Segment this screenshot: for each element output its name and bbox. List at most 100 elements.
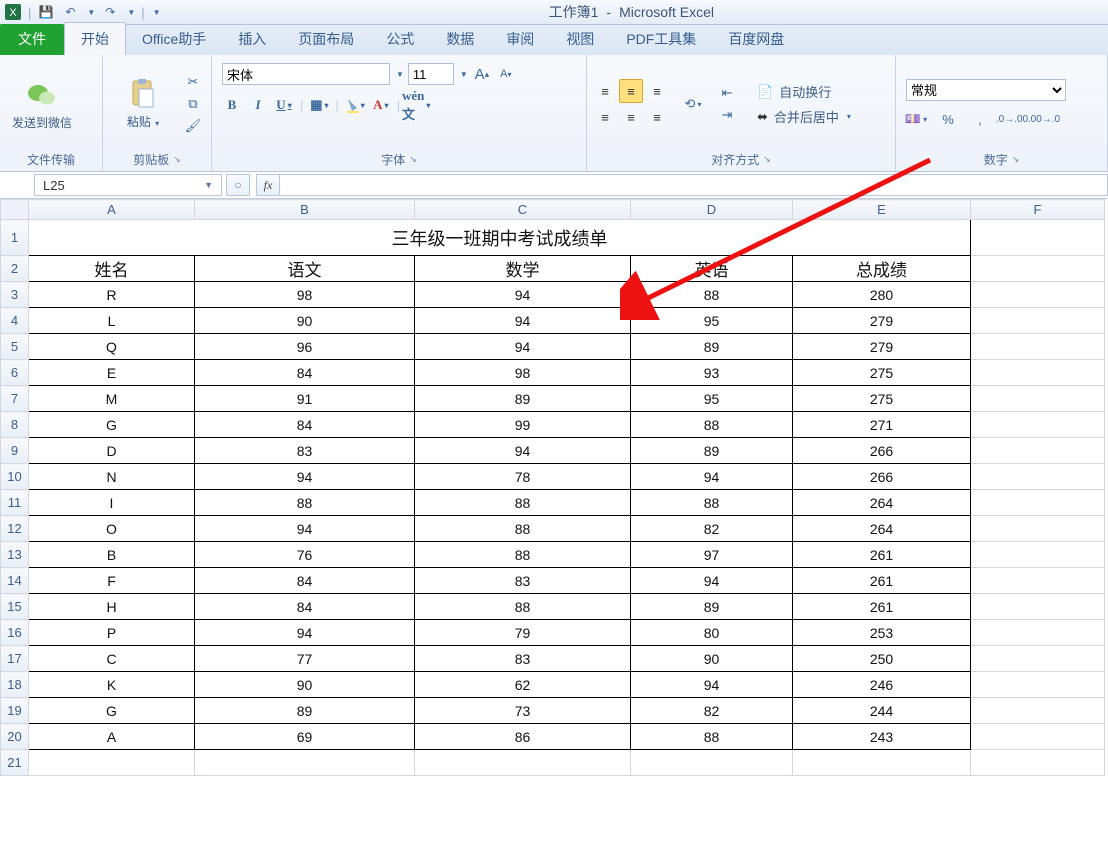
data-cell[interactable]: 94 [195,464,415,490]
cell[interactable] [415,750,631,776]
cell[interactable] [971,672,1105,698]
tab-插入[interactable]: 插入 [222,23,282,55]
data-cell[interactable]: 62 [415,672,631,698]
row-header[interactable]: 9 [1,438,29,464]
data-cell[interactable]: 90 [195,308,415,334]
cell[interactable] [971,750,1105,776]
data-cell[interactable]: 261 [793,594,971,620]
comma-style-button[interactable]: , [970,109,990,129]
data-cell[interactable]: 279 [793,308,971,334]
align-bottom-button[interactable]: ≡ [645,79,669,103]
cell[interactable] [29,750,195,776]
row-header[interactable]: 3 [1,282,29,308]
data-cell[interactable]: 86 [415,724,631,750]
data-cell[interactable]: 88 [415,594,631,620]
cell[interactable] [971,360,1105,386]
data-cell[interactable]: 94 [415,282,631,308]
data-cell[interactable]: 261 [793,568,971,594]
column-header[interactable]: D [631,200,793,220]
undo-icon[interactable]: ↶ [61,3,79,21]
data-cell[interactable]: 69 [195,724,415,750]
data-cell[interactable]: 94 [195,620,415,646]
data-cell[interactable]: 253 [793,620,971,646]
data-cell[interactable]: 261 [793,542,971,568]
row-header[interactable]: 2 [1,256,29,282]
data-cell[interactable]: 94 [195,516,415,542]
data-cell[interactable]: 73 [415,698,631,724]
cell[interactable] [631,750,793,776]
wrap-text-button[interactable]: 📄自动换行 [757,82,851,101]
cell[interactable] [971,438,1105,464]
data-cell[interactable]: B [29,542,195,568]
tab-公式[interactable]: 公式 [370,23,430,55]
column-header[interactable]: C [415,200,631,220]
row-header[interactable]: 17 [1,646,29,672]
data-cell[interactable]: P [29,620,195,646]
data-cell[interactable]: 88 [415,542,631,568]
cell[interactable] [971,516,1105,542]
row-header[interactable]: 12 [1,516,29,542]
undo-menu-icon[interactable]: ▼ [87,8,95,17]
tab-开始[interactable]: 开始 [64,22,126,55]
data-cell[interactable]: 84 [195,412,415,438]
data-cell[interactable]: 91 [195,386,415,412]
data-cell[interactable]: 94 [631,568,793,594]
chevron-down-icon[interactable]: ▼ [460,70,468,79]
row-header[interactable]: 13 [1,542,29,568]
align-left-button[interactable]: ≡ [593,105,617,129]
fill-color-button[interactable]: ▾ [345,95,365,115]
data-cell[interactable]: 243 [793,724,971,750]
data-cell[interactable]: G [29,412,195,438]
tab-PDF工具集[interactable]: PDF工具集 [610,23,712,55]
data-cell[interactable]: 89 [631,594,793,620]
data-cell[interactable]: C [29,646,195,672]
underline-button[interactable]: U▾ [274,95,294,115]
data-cell[interactable]: Q [29,334,195,360]
data-cell[interactable]: 94 [631,464,793,490]
cell[interactable] [971,646,1105,672]
merge-center-button[interactable]: ⬌合并后居中▾ [757,107,851,126]
data-cell[interactable]: 83 [195,438,415,464]
data-cell[interactable]: 83 [415,646,631,672]
increase-indent-button[interactable]: ⇥ [717,105,737,125]
number-format-select[interactable]: 常规 [906,79,1066,101]
header-cell[interactable]: 英语 [631,256,793,282]
data-cell[interactable]: 84 [195,568,415,594]
cell[interactable] [971,724,1105,750]
redo-menu-icon[interactable]: ▼ [127,8,135,17]
row-header[interactable]: 4 [1,308,29,334]
row-header[interactable]: 18 [1,672,29,698]
data-cell[interactable]: E [29,360,195,386]
data-cell[interactable]: D [29,438,195,464]
tab-file[interactable]: 文件 [0,24,64,55]
save-icon[interactable]: 💾 [37,3,55,21]
data-cell[interactable]: M [29,386,195,412]
copy-button[interactable]: ⧉ [183,94,203,114]
data-cell[interactable]: 88 [631,490,793,516]
data-cell[interactable]: 88 [631,724,793,750]
phonetic-button[interactable]: wén文▾ [406,95,426,115]
data-cell[interactable]: 98 [415,360,631,386]
data-cell[interactable]: 266 [793,464,971,490]
row-header[interactable]: 14 [1,568,29,594]
data-cell[interactable]: 90 [631,646,793,672]
dialog-launcher-icon[interactable]: ↘ [763,154,771,165]
decrease-indent-button[interactable]: ⇤ [717,83,737,103]
data-cell[interactable]: 266 [793,438,971,464]
data-cell[interactable]: 94 [415,308,631,334]
cell[interactable] [971,698,1105,724]
data-cell[interactable]: 89 [415,386,631,412]
cell[interactable] [971,412,1105,438]
data-cell[interactable]: 95 [631,386,793,412]
column-header[interactable]: F [971,200,1105,220]
data-cell[interactable]: 97 [631,542,793,568]
redo-icon[interactable]: ↷ [101,3,119,21]
data-cell[interactable]: K [29,672,195,698]
row-header[interactable]: 19 [1,698,29,724]
data-cell[interactable]: 280 [793,282,971,308]
percent-button[interactable]: % [938,109,958,129]
header-cell[interactable]: 姓名 [29,256,195,282]
data-cell[interactable]: 89 [631,438,793,464]
tab-视图[interactable]: 视图 [550,23,610,55]
column-header[interactable]: B [195,200,415,220]
